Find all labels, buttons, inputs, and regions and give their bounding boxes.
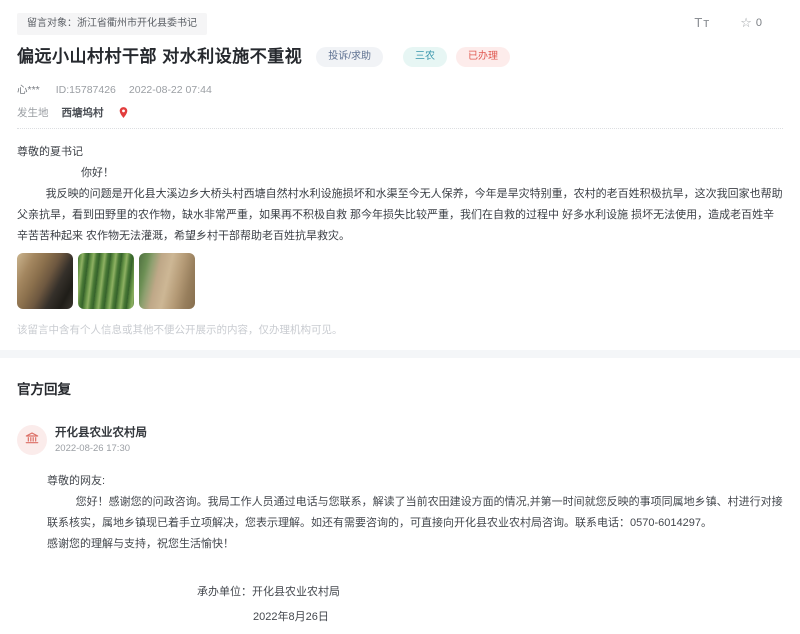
privacy-note: 该留言中含有个人信息或其他不便公开展示的内容，仅办理机构可见。: [17, 322, 783, 337]
attachment-photo-3[interactable]: [139, 253, 195, 309]
author-meta-row: 心*** ID:15787426 2022-08-22 07:44: [17, 82, 783, 97]
reply-org-name: 开化县农业农村局: [55, 426, 147, 440]
page-title: 偏远小山村村干部 对水利设施不重视: [17, 46, 302, 68]
attachment-photos: [17, 253, 783, 309]
reply-body: 尊敬的网友: 您好！感谢您的问政咨询。我局工作人员通过电话与您联系，解读了当前农…: [47, 471, 783, 625]
star-icon: ☆: [740, 16, 752, 29]
reply-header: 开化县农业农村局 2022-08-26 17:30: [17, 425, 783, 455]
message-id: ID:15787426: [56, 84, 116, 96]
favorite-button[interactable]: ☆ 0: [740, 16, 762, 29]
dotted-divider: [17, 128, 783, 129]
top-bar: 留言对象：浙江省衢州市开化县委书记 Tт ☆ 0: [0, 0, 800, 35]
handler-unit-line: 承办单位：开化县农业农村局: [197, 585, 783, 600]
message-body: 尊敬的夏书记 你好！ 我反映的问题是开化县大溪边乡大桥头村西塘自然村水利设施损坏…: [17, 142, 783, 247]
section-divider: [0, 350, 800, 358]
location-value: 西塘坞村: [62, 105, 104, 120]
org-avatar: [17, 425, 47, 455]
author-name: 心***: [17, 82, 40, 97]
post-datetime: 2022-08-22 07:44: [129, 84, 212, 96]
reply-head-text: 开化县农业农村局 2022-08-26 17:30: [55, 426, 147, 454]
message-detail-page: 留言对象：浙江省衢州市开化县委书记 Tт ☆ 0 偏远小山村村干部 对水利设施不…: [0, 0, 800, 634]
attachment-photo-2[interactable]: [78, 253, 134, 309]
top-actions: Tт ☆ 0: [694, 15, 762, 30]
tag-agriculture-badge: 三农: [403, 47, 447, 67]
tag-complaint-badge: 投诉/求助: [316, 47, 383, 67]
hello-line: 你好！: [17, 163, 783, 184]
favorite-count: 0: [756, 17, 762, 29]
reply-section-title: 官方回复: [17, 378, 783, 398]
location-row: 发生地 西塘坞村: [17, 105, 783, 128]
status-badge: 已办理: [456, 47, 510, 67]
reply-paragraph-1: 您好！感谢您的问政咨询。我局工作人员通过电话与您联系，解读了当前农田建设方面的情…: [47, 492, 783, 534]
location-label: 发生地: [17, 105, 49, 120]
message-target-tag[interactable]: 留言对象：浙江省衢州市开化县委书记: [17, 13, 207, 35]
reply-paragraph-2: 感谢您的理解与支持，祝您生活愉快！: [47, 534, 783, 555]
location-pin-icon: [117, 106, 130, 119]
government-building-icon: [24, 430, 40, 451]
reply-datetime: 2022-08-26 17:30: [55, 443, 147, 454]
font-size-icon[interactable]: Tт: [694, 15, 710, 30]
greeting-line: 尊敬的夏书记: [17, 142, 783, 163]
reply-date-line: 2022年8月26日: [253, 610, 783, 625]
official-reply-section: 官方回复 开化县农业农村局 2022-08-26 1: [0, 358, 800, 634]
reply-salutation: 尊敬的网友:: [47, 471, 783, 492]
attachment-photo-1[interactable]: [17, 253, 73, 309]
title-row: 偏远小山村村干部 对水利设施不重视 投诉/求助 三农 已办理: [17, 46, 783, 68]
message-content: 我反映的问题是开化县大溪边乡大桥头村西塘自然村水利设施损坏和水渠至今无人保养，今…: [17, 184, 783, 247]
